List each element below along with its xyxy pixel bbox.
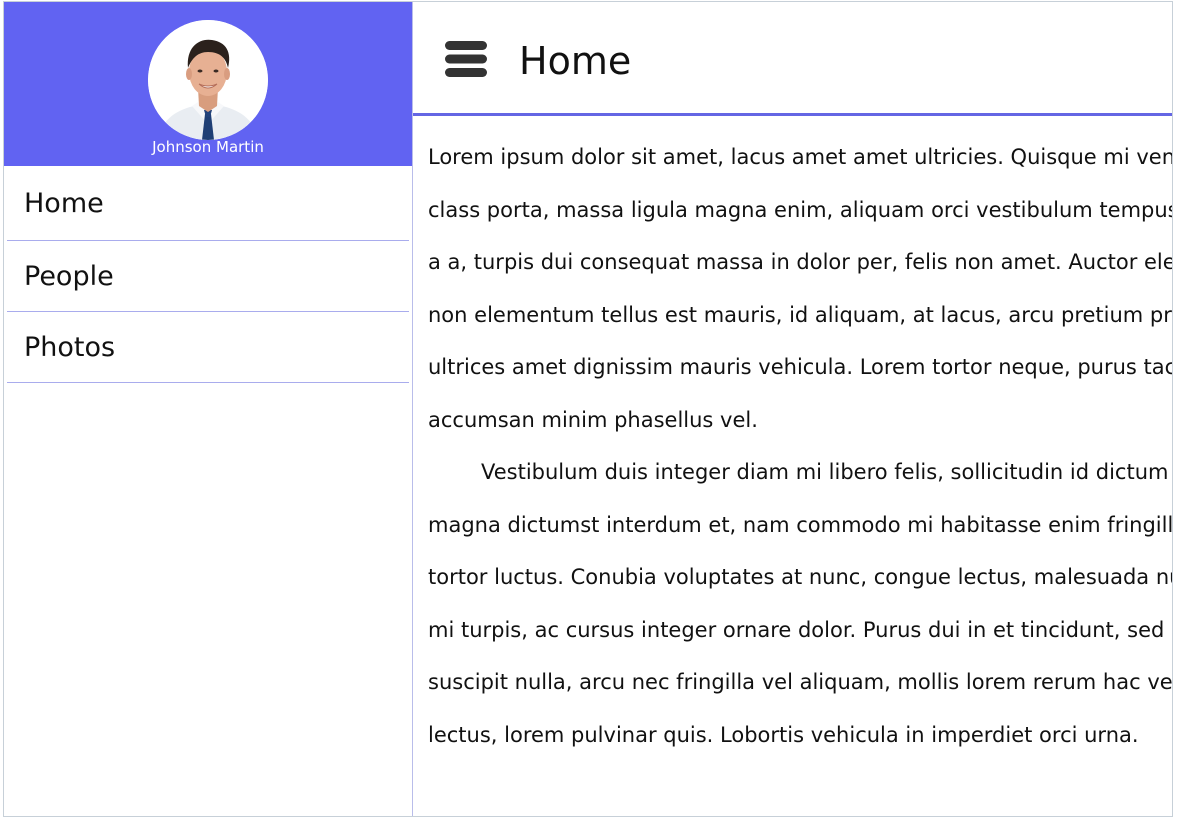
content-line: non elementum tellus est mauris, id aliq… <box>428 302 1173 327</box>
content-line: suscipit nulla, arcu nec fringilla vel a… <box>428 670 1173 694</box>
page-title: Home <box>519 39 632 83</box>
app-window: Johnson Martin Home People Photos Home L… <box>3 1 1173 817</box>
sidebar-item-home[interactable]: Home <box>7 167 409 241</box>
sidebar-item-label: Photos <box>24 331 116 363</box>
sidebar: Johnson Martin Home People Photos <box>4 2 413 816</box>
sidebar-nav: Home People Photos <box>7 167 409 383</box>
content-line: class porta, massa ligula magna enim, al… <box>428 197 1173 222</box>
sidebar-item-people[interactable]: People <box>7 241 409 312</box>
sidebar-item-label: Home <box>24 188 104 219</box>
top-bar: Home <box>413 2 1172 116</box>
content-line: accumsan minim phasellus vel. <box>428 407 758 432</box>
content-body: Lorem ipsum dolor sit amet, lacus amet a… <box>428 131 1173 761</box>
hamburger-menu-icon[interactable] <box>445 41 487 77</box>
profile-header: Johnson Martin <box>4 2 412 166</box>
sidebar-item-label: People <box>24 260 114 292</box>
content-line: Lorem ipsum dolor sit amet, lacus amet a… <box>428 145 1173 169</box>
content-line: a a, turpis dui consequat massa in dolor… <box>428 250 1173 274</box>
content-line: tortor luctus. Conubia voluptates at nun… <box>428 565 1173 589</box>
main-panel: Home Lorem ipsum dolor sit amet, lacus a… <box>413 2 1173 816</box>
content-line: ultrices amet dignissim mauris vehicula.… <box>428 355 1173 379</box>
avatar[interactable] <box>148 20 268 140</box>
profile-name: Johnson Martin <box>152 138 264 156</box>
content-line: magna dictumst interdum et, nam commodo … <box>428 512 1173 537</box>
content-line: Vestibulum duis integer diam mi libero f… <box>481 460 1169 484</box>
content-line: mi turpis, ac cursus integer ornare dolo… <box>428 617 1165 642</box>
sidebar-item-photos[interactable]: Photos <box>7 312 409 383</box>
content-line: lectus, lorem pulvinar quis. Lobortis ve… <box>428 722 1139 747</box>
